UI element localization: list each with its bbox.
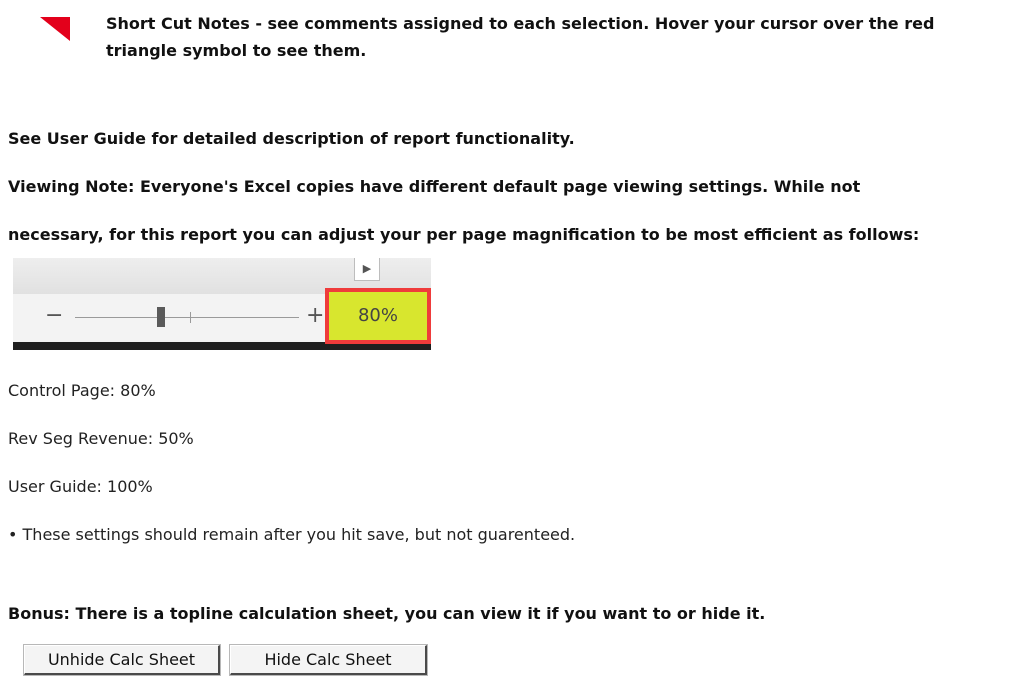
zoom-slider-track bbox=[75, 317, 299, 318]
user-guide-note: See User Guide for detailed description … bbox=[8, 129, 575, 148]
zoom-out-icon: − bbox=[45, 303, 64, 328]
settings-persistence-note: • These settings should remain after you… bbox=[8, 525, 576, 544]
scroll-right-arrow-icon: ▶ bbox=[354, 258, 380, 281]
zoom-in-icon: + bbox=[306, 303, 325, 328]
setting-user-guide: User Guide: 100% bbox=[8, 477, 153, 496]
red-triangle-comment-icon[interactable] bbox=[40, 17, 70, 41]
zoom-slider-center-tick bbox=[190, 312, 191, 323]
setting-rev-seg-revenue: Rev Seg Revenue: 50% bbox=[8, 429, 194, 448]
hide-calc-sheet-button[interactable]: Hide Calc Sheet bbox=[230, 645, 427, 675]
zoom-slider-thumb bbox=[157, 307, 165, 327]
zoom-level-highlight: 80% bbox=[325, 288, 431, 344]
viewing-note-line-2: necessary, for this report you can adjus… bbox=[8, 225, 920, 244]
zoom-level-value: 80% bbox=[357, 305, 398, 326]
unhide-calc-sheet-button[interactable]: Unhide Calc Sheet bbox=[24, 645, 220, 675]
short-cut-notes-text: Short Cut Notes - see comments assigned … bbox=[106, 14, 935, 60]
zoom-control-snippet: ▶ − + 80% bbox=[13, 258, 431, 350]
viewing-note-line-1: Viewing Note: Everyone's Excel copies ha… bbox=[8, 177, 861, 196]
setting-control-page: Control Page: 80% bbox=[8, 381, 156, 400]
bonus-note: Bonus: There is a topline calculation sh… bbox=[8, 604, 766, 623]
